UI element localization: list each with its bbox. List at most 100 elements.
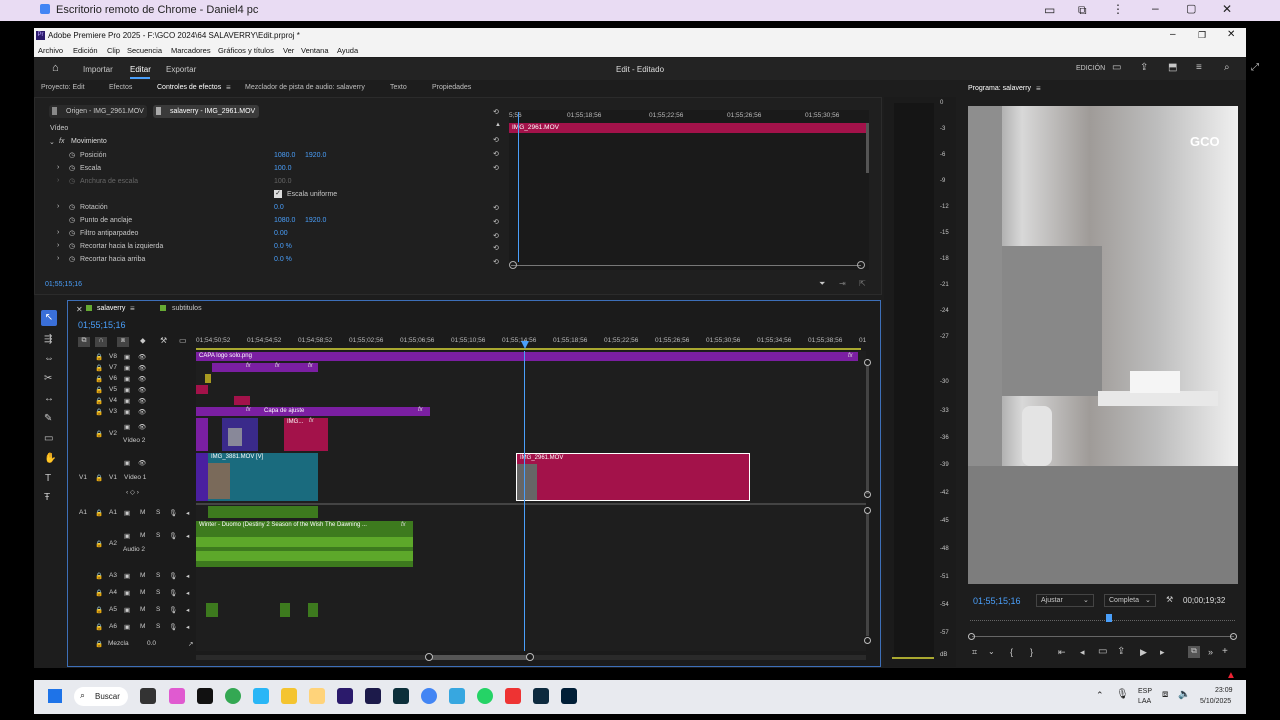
fx-badge[interactable]: fx <box>848 353 853 359</box>
rectangle-icon[interactable]: ▭ <box>44 433 53 444</box>
stopwatch-icon[interactable]: ◷ <box>69 151 75 159</box>
expand-icon[interactable]: ◂ <box>186 509 189 517</box>
value[interactable]: 0.0 % <box>274 256 292 263</box>
track-id[interactable]: V3 <box>109 408 117 415</box>
reset-icon[interactable]: ⟲ <box>493 150 499 158</box>
expand-icon[interactable]: ◂ <box>186 532 189 540</box>
clip-v2-a[interactable] <box>196 418 208 451</box>
reset-icon[interactable]: ⟲ <box>493 136 499 144</box>
menu-lines-icon[interactable]: ≡ <box>1196 62 1202 73</box>
reset-icon[interactable]: ⟲ <box>493 218 499 226</box>
add-button-icon[interactable]: + <box>1222 646 1228 657</box>
tab-effect-controls[interactable]: Controles de efectos <box>157 84 221 91</box>
stopwatch-icon[interactable]: ◷ <box>69 177 75 185</box>
sync-icon[interactable]: ▣ <box>124 375 130 383</box>
tab-audio-mixer[interactable]: Mezclador de pista de audio: salaverry <box>245 84 365 91</box>
extract-icon[interactable]: ⇪ <box>1117 646 1125 657</box>
stopwatch-icon[interactable]: ◷ <box>69 216 75 224</box>
tab-project[interactable]: Proyecto: Edit <box>41 84 85 91</box>
mute-button[interactable]: M <box>140 572 145 579</box>
chrome-profile-icon[interactable] <box>421 688 437 704</box>
fullscreen-icon[interactable]: ⤢ <box>1251 62 1259 73</box>
track-id[interactable]: V1 <box>109 474 117 481</box>
track-id[interactable]: V8 <box>109 353 117 360</box>
razor-icon[interactable]: ✂ <box>44 373 52 384</box>
v-scroll-handle[interactable] <box>864 359 871 366</box>
zoom-handle[interactable] <box>1230 633 1237 640</box>
sync-icon[interactable]: ▣ <box>124 459 130 467</box>
effect-timecode[interactable]: 01;55;15;16 <box>45 281 82 288</box>
track-id[interactable]: V7 <box>109 364 117 371</box>
more-icon[interactable]: ⋮ <box>1112 2 1124 16</box>
step-forward-icon[interactable]: ▸ <box>1160 647 1165 658</box>
fx-badge[interactable]: fx <box>309 418 314 424</box>
stopwatch-icon[interactable]: ◷ <box>69 164 75 172</box>
track-id[interactable]: A3 <box>109 572 117 579</box>
sync-icon[interactable]: ▣ <box>124 623 130 631</box>
zoom-handle[interactable] <box>968 633 975 640</box>
lock-icon[interactable]: 🔒 <box>95 606 103 614</box>
value-x[interactable]: 1080.0 <box>274 217 295 224</box>
clock-time[interactable]: 23:09 <box>1215 687 1233 694</box>
expand-icon[interactable]: ◂ <box>186 589 189 597</box>
lock-icon[interactable]: 🔒 <box>95 474 103 482</box>
track-id[interactable]: A6 <box>109 623 117 630</box>
value-x[interactable]: 1080.0 <box>274 152 295 159</box>
copilot-icon[interactable] <box>169 688 185 704</box>
type-icon[interactable]: T <box>45 473 51 484</box>
v-scroll-handle[interactable] <box>864 491 871 498</box>
work-area-bar[interactable] <box>196 348 861 350</box>
lock-icon[interactable]: 🔒 <box>95 397 103 405</box>
track-id[interactable]: A5 <box>109 606 117 613</box>
audition-icon[interactable] <box>393 688 409 704</box>
edition-label[interactable]: EDICIÓN <box>1076 65 1105 72</box>
fx-badge[interactable]: fx <box>275 363 280 369</box>
add-marker-icon[interactable]: ⬥ <box>140 336 146 346</box>
source-tab[interactable]: Origen - IMG_2961.MOV <box>49 105 147 118</box>
fx-badge[interactable]: fx <box>418 407 423 413</box>
lang2[interactable]: LAA <box>1138 698 1151 705</box>
chrome-icon[interactable] <box>225 688 241 704</box>
stopwatch-icon[interactable]: ◷ <box>69 242 75 250</box>
mini-playhead[interactable] <box>518 112 519 262</box>
v-scrollbar[interactable] <box>866 366 869 494</box>
lock-icon[interactable]: 🔒 <box>95 623 103 631</box>
reset-icon[interactable]: ⟲ <box>493 164 499 172</box>
fx-badge[interactable]: fx <box>246 363 251 369</box>
menu-ayuda[interactable]: Ayuda <box>337 46 358 55</box>
settings-wrench-icon[interactable]: ⚒ <box>1166 595 1173 604</box>
minimize-icon[interactable]: – <box>1152 1 1159 15</box>
mini-scrollbar[interactable] <box>511 265 861 266</box>
lock-icon[interactable]: 🔒 <box>95 589 103 597</box>
snap-icon[interactable]: ∩ <box>95 337 107 347</box>
nav-import[interactable]: Importar <box>83 65 113 74</box>
fx-badge[interactable]: fx <box>308 363 313 369</box>
clip-capa-ajuste[interactable]: Capa de ajuste <box>196 407 430 416</box>
program-title[interactable]: Programa: salaverry <box>968 85 1031 92</box>
extension-icon[interactable]: ⧉ <box>1078 3 1087 18</box>
timeline-timecode[interactable]: 01;55;15;16 <box>78 320 126 330</box>
mic-icon[interactable]: 🎙 <box>169 532 177 540</box>
expand-icon[interactable]: ◂ <box>186 572 189 580</box>
h-scroll-handle[interactable] <box>425 653 433 661</box>
clock-date[interactable]: 5/10/2025 <box>1200 698 1231 705</box>
program-timecode[interactable]: 01;55;15;16 <box>973 596 1021 606</box>
sync-icon[interactable]: ▣ <box>124 572 130 580</box>
stopwatch-icon[interactable]: ◷ <box>69 203 75 211</box>
mini-vscroll[interactable] <box>866 123 869 173</box>
scroll-up-icon[interactable]: ▲ <box>495 122 501 128</box>
sync-icon[interactable]: ▣ <box>124 408 130 416</box>
whatsapp-icon[interactable] <box>477 688 493 704</box>
video-preview[interactable]: GCO <box>968 106 1238 584</box>
mic-icon[interactable]: 🎙 <box>169 623 177 631</box>
v-scroll-handle[interactable] <box>864 507 871 514</box>
expand-icon[interactable]: › <box>57 229 59 236</box>
fit-dropdown[interactable]: Ajustar ⌄ <box>1036 594 1094 607</box>
mix-expand-icon[interactable]: ↗ <box>188 640 193 648</box>
solo-button[interactable]: S <box>156 509 160 516</box>
expand-icon[interactable]: › <box>57 177 59 184</box>
expand-icon[interactable]: › <box>57 164 59 171</box>
network-icon[interactable]: ⧈ <box>1162 689 1168 700</box>
h-scrollbar[interactable] <box>430 655 530 660</box>
tab-text[interactable]: Texto <box>390 84 407 91</box>
